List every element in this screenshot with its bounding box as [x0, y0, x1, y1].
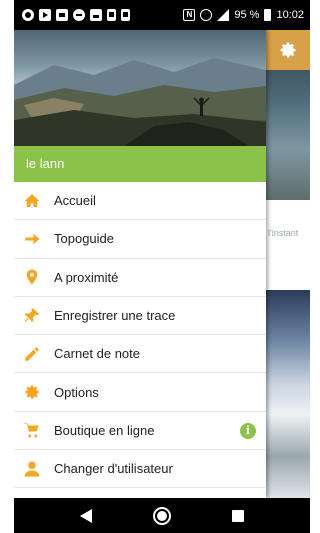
alarm-icon — [200, 9, 213, 21]
mountain-landscape-image — [14, 58, 266, 146]
battery-icon — [264, 9, 272, 21]
status-bar: N 95 % 10:02 — [14, 0, 310, 30]
arrow-right-icon — [22, 229, 42, 249]
map-pin-icon — [22, 267, 42, 287]
info-icon[interactable]: i — [240, 422, 256, 439]
menu-item-label: Options — [54, 384, 99, 400]
menu-item-carnet-de-note[interactable]: Carnet de note — [14, 335, 266, 374]
menu-item-enregistrer-trace[interactable]: Enregistrer une trace — [14, 297, 266, 336]
nfc-icon: N — [183, 9, 196, 21]
download-icon — [107, 9, 116, 21]
clock: 10:02 — [276, 9, 304, 21]
recent-apps-icon[interactable] — [231, 509, 244, 522]
menu-item-label: Enregistrer une trace — [54, 308, 176, 324]
navigation-drawer: le lann Accueil Topoguide A proximité En… — [14, 30, 266, 498]
notification-icon — [22, 9, 34, 21]
cart-icon — [22, 420, 42, 440]
mail-icon — [56, 9, 68, 21]
menu-item-options[interactable]: Options — [14, 373, 266, 412]
menu-item-topoguide[interactable]: Topoguide — [14, 220, 266, 259]
youtube-icon — [39, 9, 51, 21]
image-icon — [90, 9, 102, 21]
home-button-icon[interactable] — [152, 506, 171, 525]
menu-item-accueil[interactable]: Accueil — [14, 182, 266, 221]
background-card: l'instant — [266, 200, 310, 290]
drawer-menu: Accueil Topoguide A proximité Enregistre… — [14, 182, 266, 489]
home-icon — [22, 191, 42, 211]
gear-icon — [280, 42, 296, 58]
pencil-icon — [22, 344, 42, 364]
menu-item-label: Boutique en ligne — [54, 422, 155, 438]
background-partial-text: l'instant — [268, 228, 299, 238]
status-notifications — [22, 9, 130, 21]
download-icon — [121, 9, 130, 21]
menu-item-label: Carnet de note — [54, 346, 141, 362]
back-icon[interactable] — [80, 508, 93, 523]
menu-item-a-proximite[interactable]: A proximité — [14, 259, 266, 297]
minus-circle-icon — [73, 9, 85, 21]
battery-percent: 95 % — [234, 9, 260, 21]
settings-button[interactable] — [266, 30, 310, 70]
menu-item-changer-utilisateur[interactable]: Changer d'utilisateur — [14, 450, 266, 489]
drawer-header-image — [14, 30, 266, 146]
status-system: N 95 % 10:02 — [183, 9, 304, 21]
menu-item-label: A proximité — [54, 269, 119, 285]
menu-item-boutique-en-ligne[interactable]: Boutique en ligne i — [14, 412, 266, 451]
background-photo-bottom — [266, 290, 310, 498]
menu-item-label: Accueil — [54, 193, 96, 209]
system-nav-bar — [14, 498, 310, 533]
push-pin-icon — [22, 306, 42, 326]
username: le lann — [26, 156, 65, 171]
user-icon — [22, 459, 42, 479]
user-name-bar[interactable]: le lann — [14, 146, 266, 182]
phone-screen: N 95 % 10:02 l'instant le lann Accueil T… — [14, 0, 310, 533]
menu-item-label: Changer d'utilisateur — [54, 461, 173, 477]
signal-icon — [217, 9, 230, 21]
menu-item-label: Topoguide — [54, 231, 114, 247]
gear-icon — [22, 382, 42, 402]
